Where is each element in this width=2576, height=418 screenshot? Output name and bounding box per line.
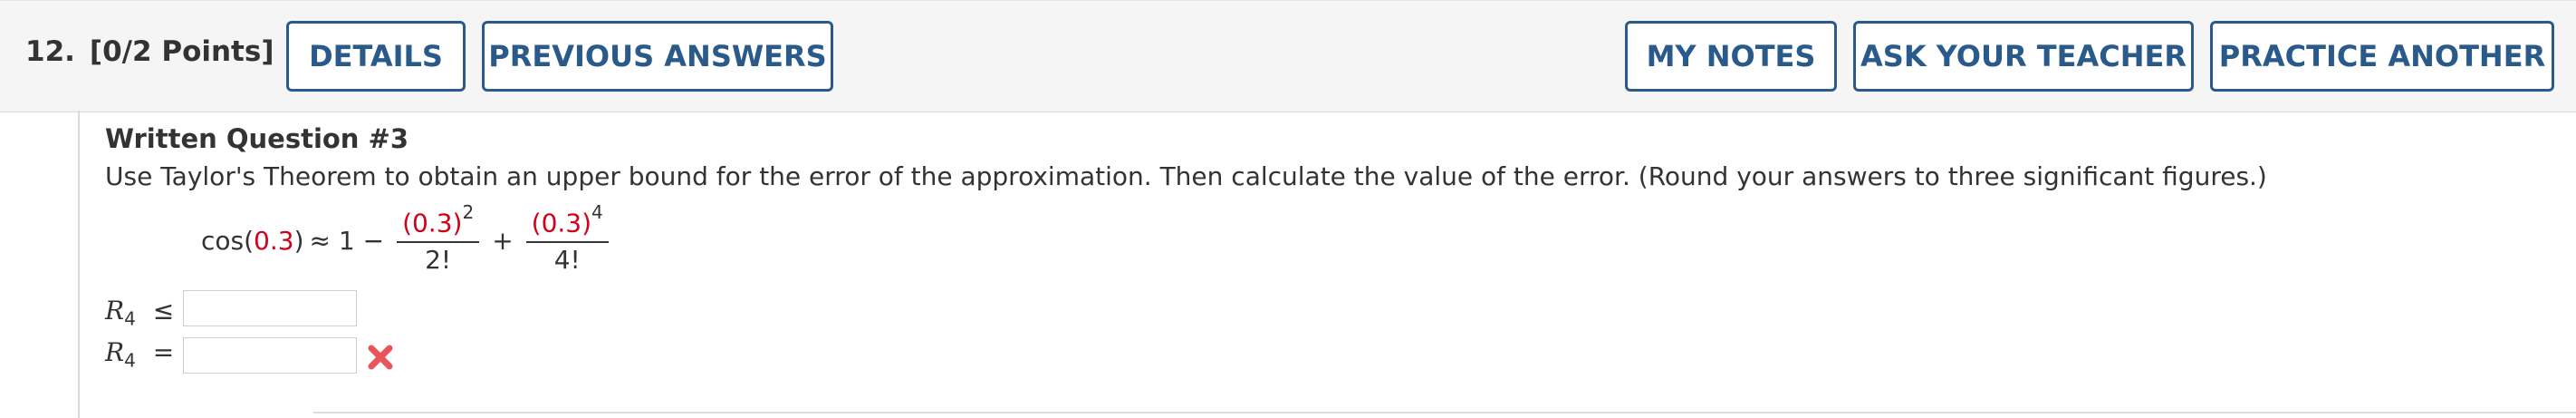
answer-var: R (105, 337, 125, 367)
formula-approx: ≈ 1 − (309, 225, 385, 256)
points-badge: [0/2 Points] (89, 35, 274, 68)
ask-your-teacher-button[interactable]: ASK YOUR TEACHER (1853, 21, 2194, 92)
answer-var: R (105, 296, 125, 326)
divider (313, 412, 2576, 413)
answer-relation: = (152, 337, 175, 367)
formula-close: ) (293, 225, 304, 256)
answer-sub: 4 (124, 349, 136, 372)
previous-answers-button[interactable]: PREVIOUS ANSWERS (482, 21, 833, 92)
fraction-term-2: (0.3)4 4! (525, 202, 609, 276)
term1-exponent: 2 (462, 201, 475, 224)
details-button[interactable]: DETAILS (286, 21, 466, 92)
formula-plus: + (492, 225, 514, 256)
error-bound-input[interactable] (183, 290, 357, 326)
question-header: 12. [0/2 Points] DETAILS PREVIOUS ANSWERS… (0, 0, 2576, 112)
fraction-term-1: (0.3)2 2! (397, 202, 480, 276)
question-title: Written Question #3 (105, 123, 409, 154)
question-prompt: Use Taylor's Theorem to obtain an upper … (105, 161, 2267, 191)
incorrect-x-icon (368, 345, 393, 370)
formula-func: cos( (201, 225, 255, 256)
answer-label-bound: R4 ≤ (105, 296, 174, 330)
question-number: 12. [0/2 Points] (25, 35, 274, 68)
term1-numerator: (0.3) (402, 208, 463, 238)
term2-denominator: 4! (553, 245, 581, 276)
formula-arg: 0.3 (254, 225, 294, 256)
term1-denominator: 2! (425, 245, 452, 276)
approximation-formula: cos(0.3) ≈ 1 − (0.3)2 2! + (0.3)4 4! (201, 199, 616, 281)
practice-another-button[interactable]: PRACTICE ANOTHER (2210, 21, 2554, 92)
term2-exponent: 4 (591, 201, 603, 224)
error-value-input[interactable] (183, 337, 357, 374)
term2-numerator: (0.3) (531, 208, 592, 238)
question-number-text: 12. (25, 35, 75, 68)
answer-relation: ≤ (152, 296, 175, 326)
my-notes-button[interactable]: MY NOTES (1625, 21, 1837, 92)
answer-label-error: R4 = (105, 337, 174, 372)
answer-sub: 4 (124, 307, 136, 330)
